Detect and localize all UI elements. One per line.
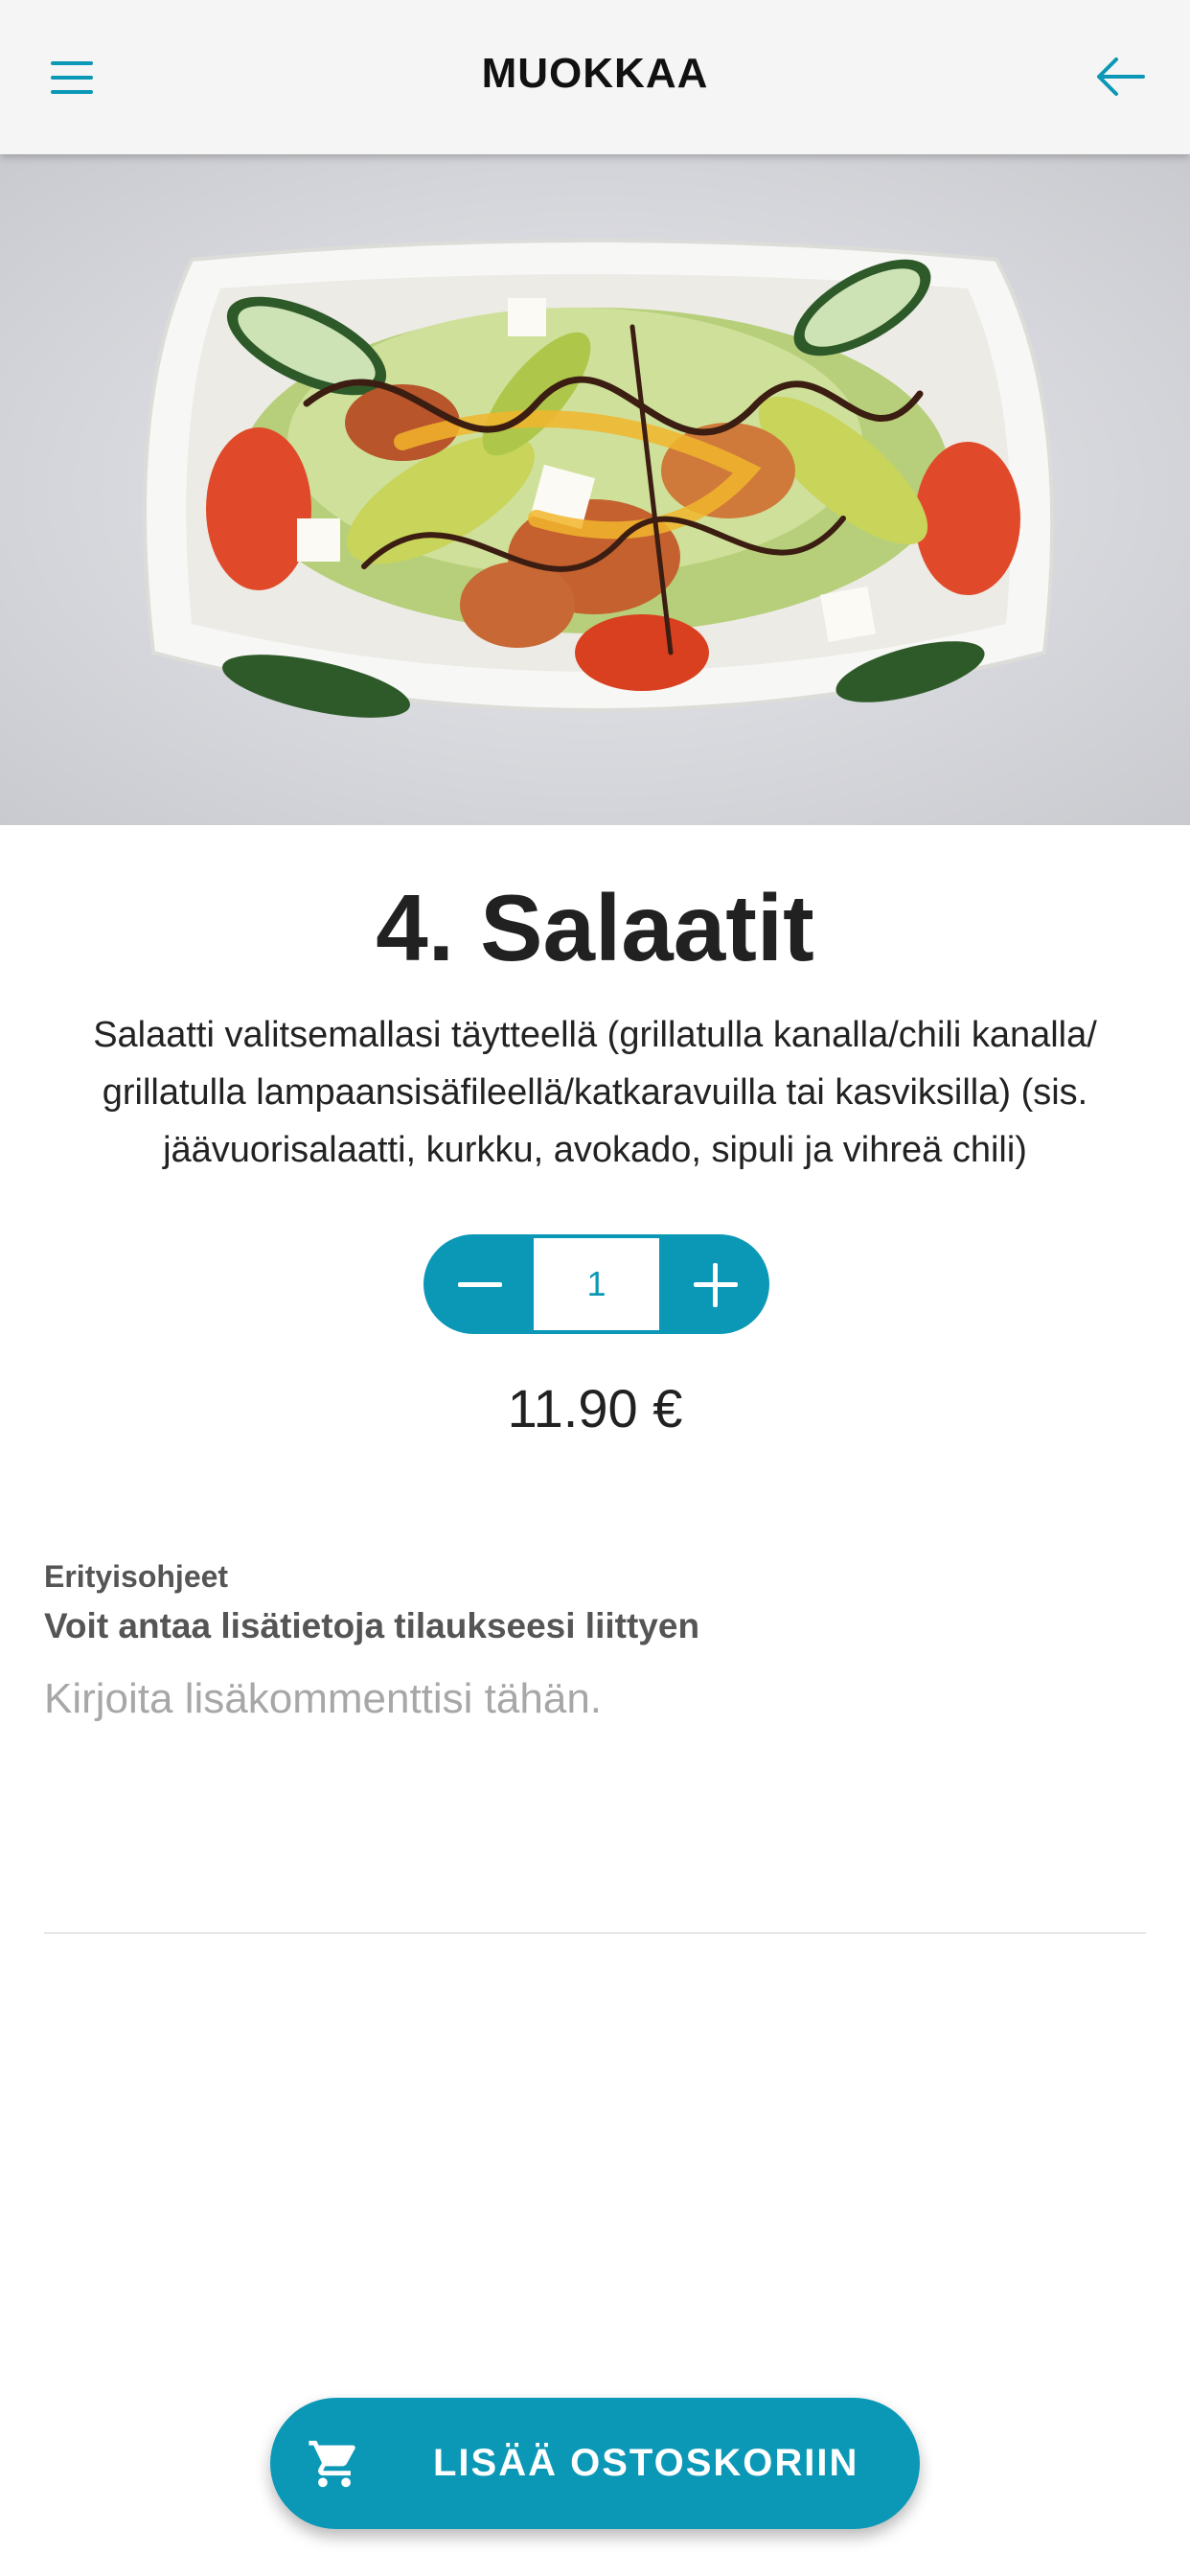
page-title: MUOKKAA — [481, 50, 709, 97]
add-to-cart-button[interactable]: LISÄÄ OSTOSKORIIN — [270, 2398, 920, 2529]
salad-photo — [0, 154, 1190, 825]
divider — [44, 1932, 1146, 1934]
quantity-value[interactable]: 1 — [534, 1238, 659, 1330]
shopping-cart-icon — [309, 2440, 355, 2488]
quantity-stepper: 1 — [423, 1234, 769, 1334]
increment-button[interactable] — [659, 1234, 769, 1334]
product-price: 11.90 € — [507, 1378, 683, 1438]
product-description: Salaatti valitsemallasi täytteellä (gril… — [93, 1015, 1097, 1170]
add-to-cart-label: LISÄÄ OSTOSKORIIN — [433, 2442, 859, 2484]
product-title: 4. Salaatit — [376, 875, 814, 980]
arrow-left-icon[interactable] — [1093, 53, 1147, 101]
comment-input[interactable] — [44, 1675, 1146, 1934]
instructions-subtitle: Voit antaa lisätietoja tilaukseesi liitt… — [44, 1606, 700, 1645]
decrement-button[interactable] — [423, 1234, 534, 1334]
app-bar: MUOKKAA — [0, 0, 1190, 154]
instructions-label: Erityisohjeet — [44, 1559, 229, 1594]
